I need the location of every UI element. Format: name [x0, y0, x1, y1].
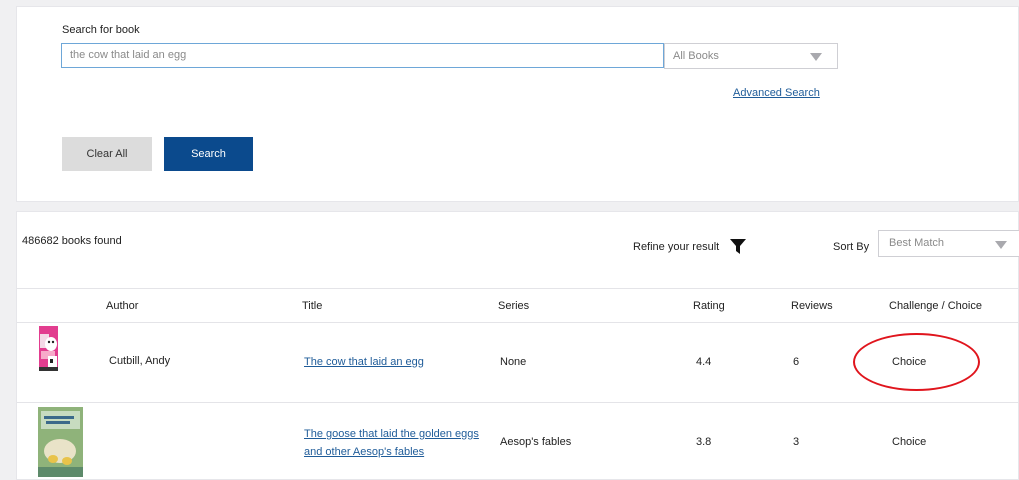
annotation-circle [853, 333, 980, 391]
results-count: 486682 books found [22, 235, 122, 247]
divider [17, 402, 1019, 403]
column-challenge-choice: Challenge / Choice [889, 300, 982, 312]
series-cell: None [500, 356, 527, 368]
column-title: Title [302, 300, 323, 312]
author-cell: Cutbill, Andy [109, 355, 171, 367]
search-label: Search for book [62, 24, 140, 36]
series-cell: Aesop's fables [500, 436, 572, 448]
refine-result-button[interactable]: Refine your result [633, 241, 719, 253]
chevron-down-icon [995, 241, 1007, 249]
divider [17, 322, 1019, 323]
column-rating: Rating [693, 300, 725, 312]
book-cover-image[interactable] [39, 326, 58, 371]
book-title-line: and other Aesop's fables [304, 446, 425, 458]
search-button[interactable]: Search [164, 137, 253, 171]
funnel-icon[interactable] [730, 238, 746, 255]
sort-by-label: Sort By [833, 241, 870, 253]
search-input[interactable]: the cow that laid an egg [61, 43, 664, 68]
advanced-search-link[interactable]: Advanced Search [733, 87, 820, 99]
book-title-link[interactable]: The cow that laid an egg [304, 353, 424, 371]
column-author: Author [106, 300, 139, 312]
book-title-line: The goose that laid the golden eggs [304, 428, 479, 440]
chevron-down-icon [810, 53, 822, 61]
clear-all-button[interactable]: Clear All [62, 137, 152, 171]
challenge-choice-cell: Choice [892, 436, 927, 448]
divider [17, 288, 1019, 289]
sort-select[interactable]: Best Match [878, 230, 1019, 257]
column-series: Series [498, 300, 530, 312]
book-cover-image[interactable] [38, 407, 83, 477]
reviews-cell: 6 [793, 356, 800, 368]
search-panel: Search for book the cow that laid an egg… [16, 6, 1019, 202]
results-panel: 486682 books found Refine your result So… [16, 211, 1019, 480]
rating-cell: 4.4 [696, 356, 712, 368]
sort-select-value: Best Match [889, 237, 945, 249]
scope-select-value: All Books [673, 50, 719, 62]
rating-cell: 3.8 [696, 436, 712, 448]
reviews-cell: 3 [793, 436, 800, 448]
book-title-link[interactable]: The goose that laid the golden eggs and … [304, 425, 479, 461]
scope-select[interactable]: All Books [664, 43, 838, 69]
column-reviews: Reviews [791, 300, 833, 312]
